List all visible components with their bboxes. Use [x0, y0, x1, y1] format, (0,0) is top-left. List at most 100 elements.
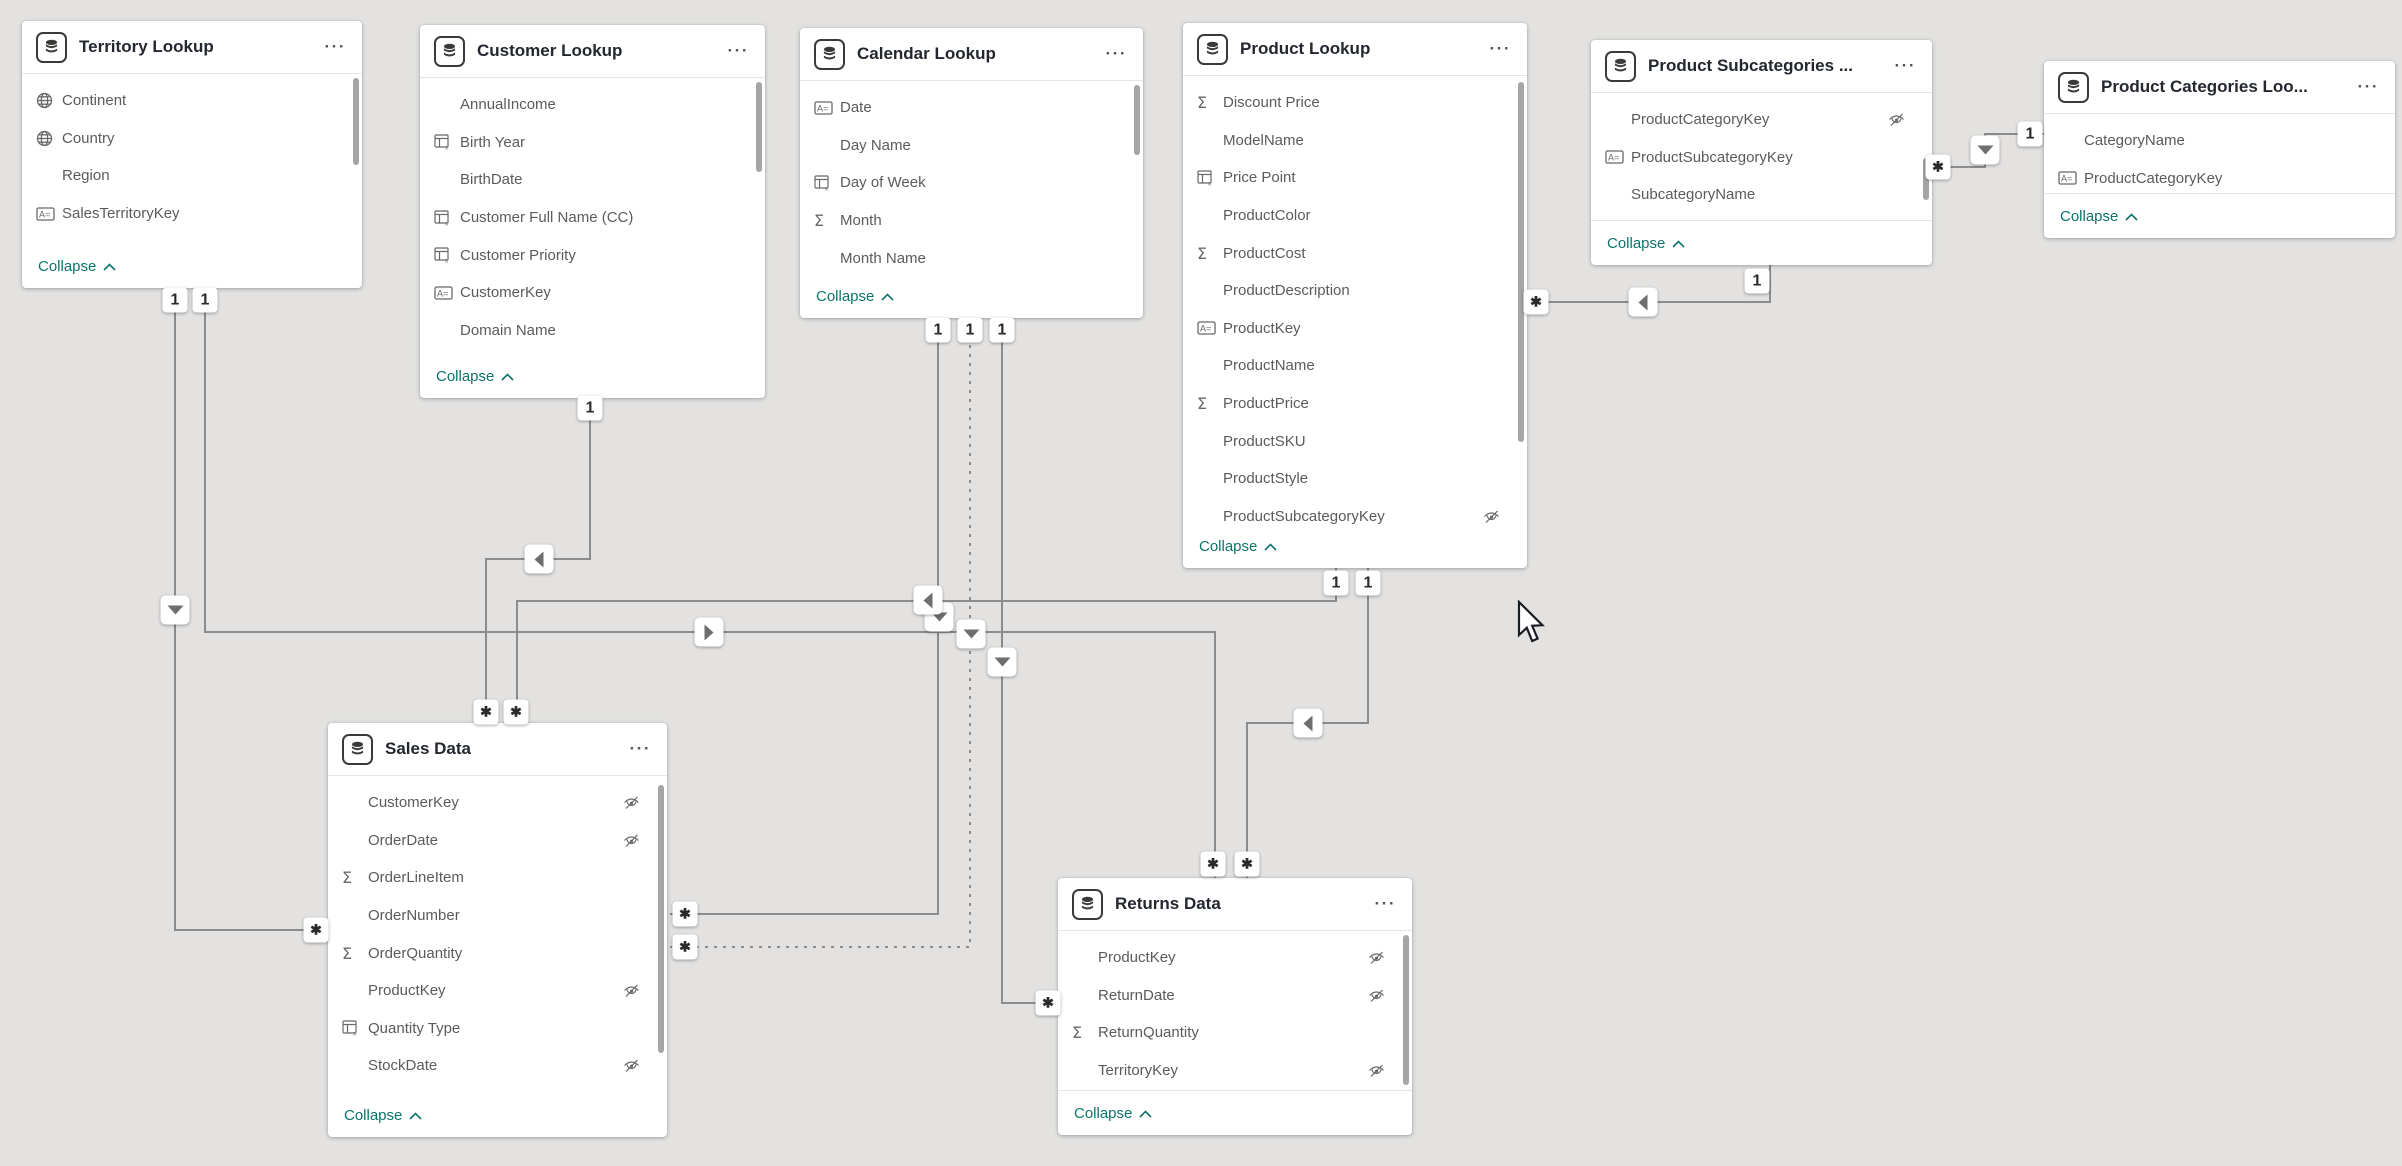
- table-field-list: CustomerKeyOrderDateΣOrderLineItemOrderN…: [328, 776, 667, 1093]
- field-row[interactable]: [22, 232, 362, 244]
- vertical-scrollbar[interactable]: [658, 785, 664, 1053]
- filter-direction-arrow-left: [914, 586, 943, 615]
- globe-icon: [36, 130, 62, 147]
- field-row[interactable]: Month Name: [800, 239, 1143, 274]
- field-row[interactable]: ProductKey: [328, 972, 667, 1010]
- field-row[interactable]: ΣReturnQuantity: [1058, 1014, 1412, 1052]
- field-row[interactable]: Region: [22, 157, 362, 195]
- field-row[interactable]: xDay of Week: [800, 164, 1143, 202]
- field-row[interactable]: A=ProductKey: [1183, 310, 1527, 348]
- field-row[interactable]: xBirth Year: [420, 124, 765, 162]
- table-card-calendar-lookup[interactable]: Calendar Lookup··· A=DateDay NamexDay of …: [800, 28, 1143, 318]
- field-row[interactable]: CustomerKey: [328, 784, 667, 822]
- table-title: Product Lookup: [1240, 39, 1488, 59]
- field-row[interactable]: ProductColor: [1183, 197, 1527, 235]
- field-row[interactable]: SubcategoryName: [1591, 176, 1932, 214]
- sigma-icon: Σ: [1197, 244, 1223, 263]
- field-row[interactable]: ΣProductCost: [1183, 234, 1527, 272]
- svg-text:A=: A=: [437, 288, 448, 298]
- field-row[interactable]: ModelName: [1183, 122, 1527, 160]
- collapse-button[interactable]: Collapse: [344, 1107, 422, 1124]
- collapse-label: Collapse: [2060, 208, 2118, 225]
- cardinality-one-badge: 1: [2018, 122, 2043, 147]
- field-row[interactable]: ReturnDate: [1058, 977, 1412, 1015]
- collapse-button[interactable]: Collapse: [1607, 235, 1685, 252]
- svg-text:x: x: [444, 143, 449, 151]
- field-row[interactable]: ΣDiscount Price: [1183, 84, 1527, 122]
- field-row[interactable]: BirthDate: [420, 161, 765, 199]
- vertical-scrollbar[interactable]: [1518, 82, 1524, 442]
- more-options-icon[interactable]: ···: [1104, 49, 1129, 59]
- collapse-button[interactable]: Collapse: [2060, 208, 2138, 225]
- relationship-line-sales-calendar-orderdate[interactable]: [670, 318, 938, 914]
- collapse-button[interactable]: Collapse: [38, 258, 116, 275]
- more-options-icon[interactable]: ···: [323, 42, 348, 52]
- chevron-up-icon: [1264, 538, 1277, 555]
- field-row[interactable]: OrderDate: [328, 822, 667, 860]
- field-row[interactable]: A=ProductCategoryKey: [2044, 160, 2395, 193]
- relationship-line-sales-territory[interactable]: [175, 288, 330, 930]
- field-row[interactable]: Continent: [22, 82, 362, 120]
- field-row[interactable]: A=Date: [800, 89, 1143, 127]
- table-card-customer-lookup[interactable]: Customer Lookup···AnnualIncomexBirth Yea…: [420, 25, 765, 398]
- field-row[interactable]: ProductStyle: [1183, 460, 1527, 498]
- calculated-column-icon: x: [434, 134, 460, 150]
- field-row[interactable]: AnnualIncome: [420, 86, 765, 124]
- field-row[interactable]: ProductKey: [1058, 939, 1412, 977]
- field-row[interactable]: A=SalesTerritoryKey: [22, 195, 362, 233]
- more-options-icon[interactable]: ···: [1893, 61, 1918, 71]
- vertical-scrollbar[interactable]: [353, 78, 359, 165]
- vertical-scrollbar[interactable]: [1134, 85, 1140, 155]
- field-row[interactable]: Country: [22, 120, 362, 158]
- field-row[interactable]: xCustomer Priority: [420, 236, 765, 274]
- filter-direction-arrow-right: [695, 618, 724, 647]
- field-row[interactable]: A=ProductSubcategoryKey: [1591, 139, 1932, 177]
- field-row[interactable]: xCustomer Full Name (CC): [420, 199, 765, 237]
- collapse-button[interactable]: Collapse: [1199, 538, 1277, 555]
- more-options-icon[interactable]: ···: [628, 744, 653, 754]
- table-card-product-lookup[interactable]: Product Lookup··· ΣDiscount PriceModelNam…: [1183, 23, 1527, 568]
- more-options-icon[interactable]: ···: [2356, 82, 2381, 92]
- table-card-territory-lookup[interactable]: Territory Lookup···ContinentCountryRegio…: [22, 21, 362, 288]
- field-row[interactable]: ProductName: [1183, 347, 1527, 385]
- field-row[interactable]: xPrice Point: [1183, 159, 1527, 197]
- field-label: Month Name: [840, 250, 1133, 267]
- vertical-scrollbar[interactable]: [756, 82, 762, 172]
- table-card-footer: Collapse: [328, 1093, 667, 1137]
- more-options-icon[interactable]: ···: [1488, 44, 1513, 54]
- field-label: Price Point: [1223, 169, 1517, 186]
- collapse-button[interactable]: Collapse: [436, 368, 514, 385]
- field-row[interactable]: ProductCategoryKey: [1591, 101, 1932, 139]
- collapse-label: Collapse: [436, 368, 494, 385]
- table-card-returns-data[interactable]: Returns Data···ProductKeyReturnDateΣRetu…: [1058, 878, 1412, 1135]
- field-row[interactable]: A=CustomerKey: [420, 274, 765, 312]
- sigma-icon: Σ: [1197, 93, 1223, 112]
- field-row[interactable]: ProductSKU: [1183, 422, 1527, 460]
- field-row[interactable]: ProductSubcategoryKey: [1183, 498, 1527, 524]
- field-row[interactable]: CategoryName: [2044, 122, 2395, 160]
- field-row[interactable]: Domain Name: [420, 312, 765, 350]
- field-row[interactable]: ΣProductPrice: [1183, 385, 1527, 423]
- more-options-icon[interactable]: ···: [1373, 899, 1398, 909]
- table-card-product-subcategories[interactable]: Product Subcategories ...···ProductCateg…: [1591, 40, 1932, 265]
- field-row[interactable]: ΣOrderQuantity: [328, 934, 667, 972]
- field-row[interactable]: TerritoryKey: [1058, 1052, 1412, 1090]
- more-options-icon[interactable]: ···: [726, 46, 751, 56]
- collapse-button[interactable]: Collapse: [1074, 1105, 1152, 1122]
- field-row[interactable]: ProductDescription: [1183, 272, 1527, 310]
- svg-text:x: x: [824, 183, 829, 191]
- field-row[interactable]: ΣMonth: [800, 202, 1143, 240]
- field-row[interactable]: Day Name: [800, 127, 1143, 165]
- field-row[interactable]: xQuantity Type: [328, 1010, 667, 1048]
- field-row[interactable]: StockDate: [328, 1047, 667, 1085]
- table-card-sales-data[interactable]: Sales Data···CustomerKeyOrderDateΣOrderL…: [328, 723, 667, 1137]
- field-row[interactable]: OrderNumber: [328, 897, 667, 935]
- model-view-canvas[interactable]: Territory Lookup···ContinentCountryRegio…: [0, 0, 2402, 1166]
- hidden-eye-icon: [1482, 509, 1501, 524]
- field-row[interactable]: ΣOrderLineItem: [328, 859, 667, 897]
- table-card-header: Calendar Lookup···: [800, 28, 1143, 81]
- table-card-product-categories[interactable]: Product Categories Loo...···CategoryName…: [2044, 61, 2395, 238]
- vertical-scrollbar[interactable]: [1403, 935, 1409, 1085]
- table-card-header: Product Lookup···: [1183, 23, 1527, 76]
- collapse-button[interactable]: Collapse: [816, 288, 894, 305]
